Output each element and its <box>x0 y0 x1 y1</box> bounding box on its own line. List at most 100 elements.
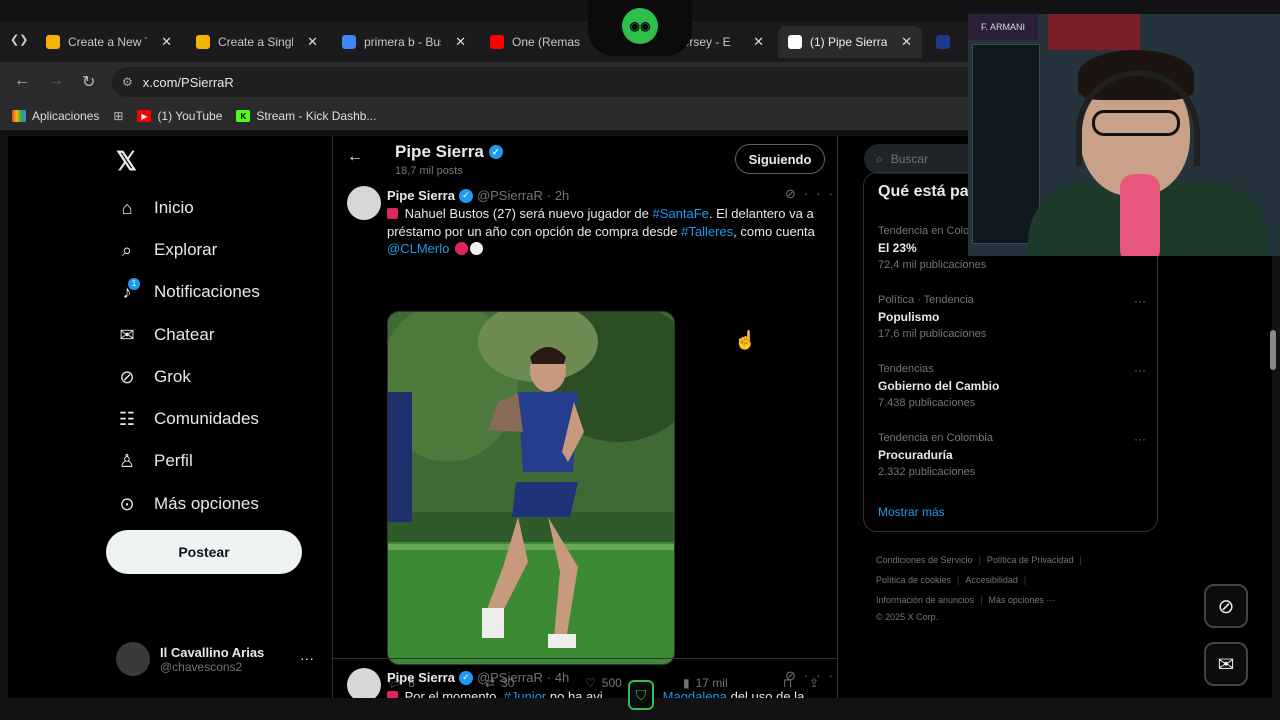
nav-item-chatear[interactable]: ✉ Chatear <box>116 319 214 351</box>
white-circle-icon <box>469 242 483 255</box>
tweet[interactable]: Pipe Sierra ✓ @PSierraR · 2h ⊘··· Nahuel… <box>333 182 837 698</box>
tweet-handle[interactable]: @PSierraR <box>477 188 543 203</box>
red-circle-icon <box>454 242 468 255</box>
cookies-link[interactable]: Política de cookies <box>876 575 951 585</box>
nav-item-más-opciones[interactable]: ⊙ Más opciones <box>116 488 259 520</box>
overlay-shield-icon: ⛉ <box>628 680 654 710</box>
tab-label: One (Remas <box>512 35 581 49</box>
nav-item-notificaciones[interactable]: ♪ 1 Notificaciones <box>116 276 260 308</box>
privacy-link[interactable]: Política de Privacidad <box>987 555 1074 565</box>
trend-more-icon[interactable]: ··· <box>1134 363 1146 377</box>
trend-count: 72,4 mil publicaciones <box>878 259 987 271</box>
trend-title: Gobierno del Cambio <box>878 379 1000 393</box>
profile-name: Pipe Sierra <box>395 142 484 161</box>
post-button[interactable]: Postear <box>106 530 302 574</box>
trend-item[interactable]: Tendencias Gobierno del Cambio 7.438 publi… <box>878 363 1148 409</box>
forward-icon[interactable]: → <box>48 72 64 90</box>
close-icon[interactable]: ✕ <box>901 34 912 50</box>
tweet-avatar[interactable] <box>347 186 381 220</box>
trend-item[interactable]: Tendencia en Colombia Procuraduría 2.332 p… <box>878 432 1148 478</box>
tab-label: Create a Single- <box>218 35 294 49</box>
ads-info-link[interactable]: Información de anuncios <box>876 595 974 605</box>
tweet-top-actions: ⊘··· <box>785 668 841 684</box>
tweet-author-name[interactable]: Pipe Sierra <box>387 188 455 203</box>
messages-shortcut-icon[interactable]: ✉ <box>1204 642 1248 686</box>
mouse-cursor-icon: ☝ <box>734 330 757 350</box>
bookmark-grid[interactable]: ⊞ <box>113 109 123 123</box>
close-icon[interactable]: ✕ <box>753 34 764 50</box>
tweet-time[interactable]: · 4h <box>547 670 569 685</box>
accessibility-link[interactable]: Accesibilidad <box>965 575 1018 585</box>
trend-category: Tendencias <box>878 363 934 375</box>
reload-icon[interactable]: ↻ <box>82 72 95 92</box>
hashtag-link[interactable]: #Talleres <box>681 224 733 239</box>
mention-link[interactable]: @CLMerlo <box>387 241 449 256</box>
browser-tab[interactable]: Create a New Ti ✕ <box>36 26 182 58</box>
bookmarks-bar: Aplicaciones ⊞ ▶ (1) YouTube K Stream - … <box>0 102 968 130</box>
back-arrow-icon[interactable]: ← <box>347 148 363 166</box>
back-icon[interactable]: ← <box>14 72 30 90</box>
more-icon[interactable]: ··· <box>804 668 841 683</box>
bookmark-apps[interactable]: Aplicaciones <box>12 109 99 123</box>
grok-icon[interactable]: ⊘ <box>785 668 804 683</box>
nav-label: Más opciones <box>154 494 259 513</box>
more-icon[interactable]: ··· <box>804 186 841 201</box>
hashtag-link[interactable]: #Junior <box>504 689 547 698</box>
close-icon[interactable]: ✕ <box>161 34 172 50</box>
browser-tab[interactable]: (1) Pipe Sierra ( ✕ <box>778 26 922 58</box>
grok-icon[interactable]: ⊘ <box>785 186 804 201</box>
nav-item-comunidades[interactable]: ☷ Comunidades <box>116 403 259 435</box>
trend-count: 2.332 publicaciones <box>878 466 976 478</box>
glasses <box>1092 110 1180 136</box>
nav-item-explorar[interactable]: ⌕ Explorar <box>116 234 217 266</box>
tweet-handle[interactable]: @PSierraR <box>477 670 543 685</box>
browser-tab[interactable]: primera b - Busc ✕ <box>332 26 476 58</box>
nav-item-grok[interactable]: ⊘ Grok <box>116 361 190 393</box>
profile-header: ← Pipe Sierra ✓ 18,7 mil posts Siguiendo <box>333 136 837 182</box>
grok-shortcut-icon[interactable]: ⊘ <box>1204 584 1248 628</box>
tab-label: (1) Pipe Sierra ( <box>810 35 888 49</box>
trend-item[interactable]: Política · Tendencia Populismo 17,6 mil pu… <box>878 294 1148 340</box>
bookmark-kick[interactable]: K Stream - Kick Dashb... <box>236 109 376 123</box>
search-input[interactable]: ⌕ Buscar <box>864 144 974 174</box>
address-bar[interactable]: ⚙ x.com/PSierraR <box>112 67 968 97</box>
tweet[interactable]: Pipe Sierra ✓ @PSierraR · 4h ⊘··· Por el… <box>333 666 837 698</box>
terms-link[interactable]: Condiciones de Servicio <box>876 555 973 565</box>
trend-more-icon[interactable]: ··· <box>1134 432 1146 446</box>
nav-item-inicio[interactable]: ⌂ Inicio <box>116 192 194 224</box>
close-icon[interactable]: ✕ <box>455 34 466 50</box>
bookmark-youtube[interactable]: ▶ (1) YouTube <box>137 109 222 123</box>
tweet-header: Pipe Sierra ✓ @PSierraR · 2h <box>387 188 569 203</box>
browser-tab[interactable]: Create a Single- ✕ <box>186 26 328 58</box>
verified-icon: ✓ <box>458 188 473 203</box>
browser-tab[interactable]: Na <box>926 26 968 58</box>
person-icon: ♙ <box>118 450 136 471</box>
show-more-link[interactable]: Mostrar más <box>878 505 945 519</box>
nav-label: Inicio <box>154 198 194 217</box>
url-text: x.com/PSierraR <box>142 74 234 90</box>
avatar <box>116 642 150 676</box>
verified-icon: ✓ <box>458 670 473 685</box>
close-icon[interactable]: ✕ <box>307 34 318 50</box>
following-button[interactable]: Siguiendo <box>735 144 825 174</box>
tweet-text-part: Nahuel Bustos (27) será nuevo jugador de <box>404 206 653 221</box>
youtube-icon: ▶ <box>137 110 152 122</box>
trend-category: Política · Tendencia <box>878 294 974 306</box>
tweet-time[interactable]: · 2h <box>547 188 569 203</box>
hashtag-link[interactable]: Magdalena <box>663 689 727 698</box>
jersey-frame <box>1048 14 1140 50</box>
webcam-overlay: F. ARMANI <box>968 14 1280 256</box>
tab-search-icon[interactable]: ❮❯ <box>10 33 28 46</box>
site-info-icon[interactable]: ⚙ <box>122 75 133 89</box>
tweet-avatar[interactable] <box>347 668 381 698</box>
more-options-link[interactable]: Más opciones ··· <box>988 595 1055 605</box>
nav-item-perfil[interactable]: ♙ Perfil <box>116 445 193 477</box>
trend-more-icon[interactable]: ··· <box>1134 294 1146 308</box>
page-scrollbar[interactable] <box>1270 330 1276 370</box>
tweet-photo[interactable] <box>387 311 675 665</box>
x-logo-icon[interactable]: 𝕏 <box>116 146 137 177</box>
tweet-author-name[interactable]: Pipe Sierra <box>387 670 455 685</box>
hashtag-link[interactable]: #SantaFe <box>653 206 709 221</box>
account-switcher[interactable]: Il Cavallino Arias @chavescons2 ··· <box>116 642 316 676</box>
account-more-icon[interactable]: ··· <box>300 650 314 666</box>
